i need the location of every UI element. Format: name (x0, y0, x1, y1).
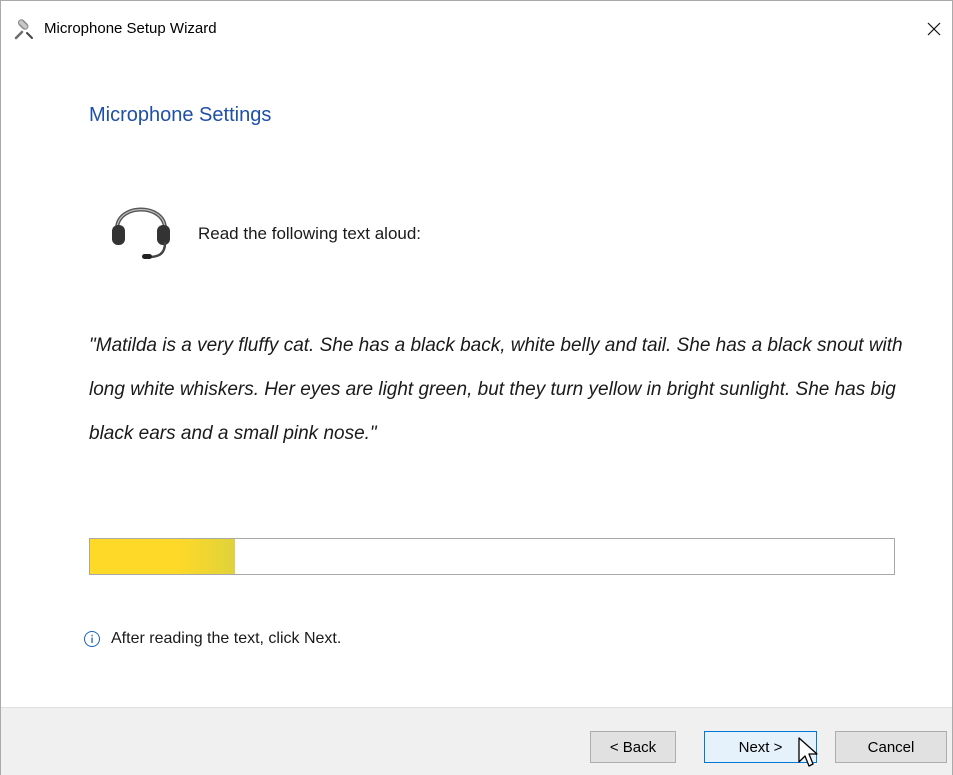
close-button[interactable] (916, 11, 952, 47)
title-bar: Microphone Setup Wizard (1, 1, 952, 59)
next-button[interactable]: Next > (704, 731, 817, 763)
back-button[interactable]: < Back (590, 731, 676, 763)
close-icon (927, 22, 941, 36)
progress-fill (90, 539, 235, 574)
window-title: Microphone Setup Wizard (44, 20, 217, 37)
info-icon (84, 631, 100, 647)
reading-passage: "Matilda is a very fluffy cat. She has a… (89, 335, 903, 444)
hint-text: After reading the text, click Next. (111, 630, 342, 647)
button-bar: < Back Next > Cancel (1, 707, 952, 775)
instruction-text: Read the following text aloud: (198, 224, 422, 243)
cancel-button[interactable]: Cancel (835, 731, 947, 763)
headset-icon (112, 207, 170, 259)
microphone-icon (14, 19, 33, 40)
page-heading: Microphone Settings (89, 104, 272, 126)
recording-progress-bar (89, 538, 895, 575)
hint-row: After reading the text, click Next. (83, 630, 341, 648)
wizard-window: Microphone Setup Wizard Microphone Setti… (0, 0, 953, 775)
